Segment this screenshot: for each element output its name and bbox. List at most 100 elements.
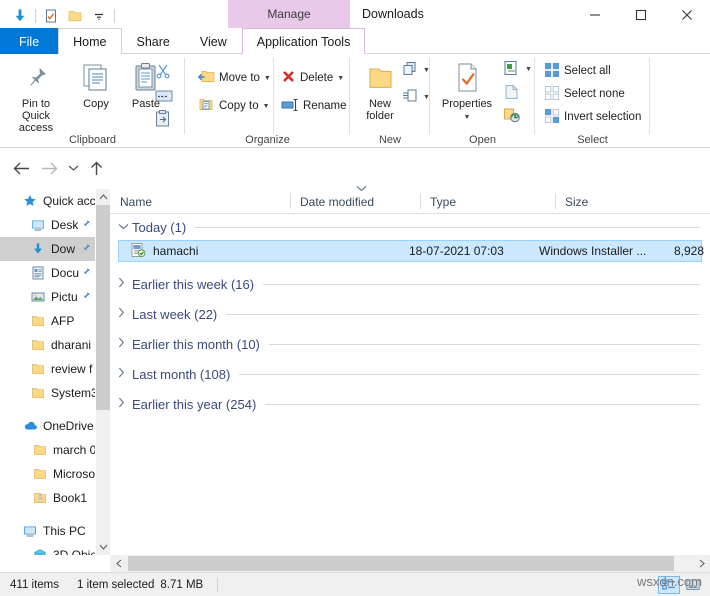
pin-icon (81, 243, 91, 256)
sidebar-item-review-f[interactable]: review f (0, 357, 95, 381)
sidebar-item-this-pc[interactable]: This PC (0, 519, 95, 543)
customize-dropdown-icon[interactable] (87, 4, 111, 28)
new-folder-button[interactable]: New folder (352, 60, 408, 122)
scroll-right-icon[interactable] (693, 555, 710, 572)
sidebar-item-documents[interactable]: Docu (0, 261, 95, 285)
button-label-line1: Pin to Quick (21, 98, 51, 122)
scroll-thumb[interactable] (128, 556, 674, 571)
back-button[interactable] (10, 157, 32, 179)
group-header-today[interactable]: Today (1) (110, 214, 710, 240)
chevron-right-icon[interactable] (118, 397, 132, 411)
copy-to-button[interactable]: Copy to ▼ (198, 96, 270, 116)
move-to-button[interactable]: Move to ▼ (197, 68, 271, 88)
sidebar-item-afp[interactable]: AFP (0, 309, 95, 333)
minimize-button[interactable] (572, 0, 618, 30)
new-folder-icon[interactable] (63, 4, 87, 28)
sidebar-item-label: Docu (51, 266, 80, 280)
column-header-name[interactable]: Name (110, 189, 290, 214)
folder-icon (30, 337, 46, 353)
chevron-right-icon[interactable] (118, 367, 132, 381)
sidebar-item-3d-objects[interactable]: 3D Obje (0, 543, 95, 555)
edit-button (503, 83, 520, 103)
tab-view[interactable]: View (185, 28, 242, 54)
sidebar-item-dharani[interactable]: dharani (0, 333, 95, 357)
group-label-open: Open (469, 134, 496, 146)
properties-icon[interactable] (39, 4, 63, 28)
invert-selection-button[interactable]: Invert selection (544, 107, 641, 127)
scroll-thumb[interactable] (96, 205, 110, 410)
select-all-button[interactable]: Select all (544, 61, 611, 81)
divider (273, 58, 274, 134)
sidebar-item-microso[interactable]: Microso (0, 462, 95, 486)
sidebar-item-quick-access[interactable]: Quick acc (0, 189, 95, 213)
scroll-up-icon[interactable] (96, 189, 110, 205)
scroll-left-icon[interactable] (110, 555, 127, 572)
copy-button[interactable]: Copy (68, 60, 124, 110)
tab-home[interactable]: Home (58, 28, 122, 54)
quick-access-toolbar (8, 3, 118, 29)
group-header-earlier-this-year[interactable]: Earlier this year (254) (110, 391, 710, 417)
group-rule (265, 403, 700, 405)
group-header-earlier-this-month[interactable]: Earlier this month (10) (110, 331, 710, 357)
folder-icon (30, 313, 46, 329)
delete-button[interactable]: Delete ▼ (281, 68, 344, 88)
history-button[interactable] (503, 106, 521, 126)
tab-share[interactable]: Share (122, 28, 185, 54)
ribbon-group-new: New folder ▼ ▼ New (350, 54, 430, 148)
chevron-right-icon[interactable] (118, 337, 132, 351)
sidebar-item-onedrive[interactable]: OneDrive (0, 414, 95, 438)
open-button[interactable]: ▼ (503, 59, 532, 79)
group-header-last-month[interactable]: Last month (108) (110, 361, 710, 387)
table-row[interactable]: hamachi 18-07-2021 07:03 Windows Install… (118, 240, 704, 262)
recent-locations-button[interactable] (62, 157, 84, 179)
sidebar-item-system3[interactable]: System3 (0, 381, 95, 405)
chevron-down-icon[interactable]: ▼ (263, 103, 270, 110)
properties-button[interactable]: Properties ▼ (434, 60, 500, 124)
column-header-size[interactable]: Size (555, 189, 645, 214)
sidebar-item-pictures[interactable]: Pictu (0, 285, 95, 309)
sidebar-item-downloads[interactable]: Dow (0, 237, 95, 261)
paste-shortcut-button[interactable] (155, 110, 170, 130)
column-label: Name (120, 194, 153, 209)
new-item-button[interactable]: ▼ (402, 60, 430, 80)
tab-file[interactable]: File (0, 28, 59, 54)
navigation-pane-scrollbar[interactable] (96, 189, 110, 555)
folder-icon (30, 385, 46, 401)
group-label: Last month (108) (132, 366, 231, 382)
group-rule (239, 373, 700, 375)
copy-path-button[interactable] (155, 87, 173, 107)
rename-button[interactable]: Rename (281, 96, 346, 116)
column-label: Type (430, 194, 457, 209)
sidebar-item-desktop[interactable]: Desk (0, 213, 95, 237)
sidebar-item-book1[interactable]: Book1 (0, 486, 95, 510)
group-header-last-week[interactable]: Last week (22) (110, 301, 710, 327)
horizontal-scrollbar[interactable] (110, 555, 710, 572)
file-date-modified: 18-07-2021 07:03 (409, 244, 504, 258)
status-selection-size: 8.71 MB (160, 578, 204, 591)
close-button[interactable] (664, 0, 710, 30)
chevron-down-icon[interactable]: ▼ (337, 75, 344, 82)
group-rule (268, 343, 700, 345)
group-header-earlier-this-week[interactable]: Earlier this week (16) (110, 271, 710, 297)
chevron-right-icon[interactable] (118, 277, 132, 291)
cut-button[interactable] (155, 62, 171, 82)
column-header-date-modified[interactable]: Date modified (290, 186, 420, 214)
select-none-button[interactable]: Select none (544, 84, 625, 104)
chevron-down-icon[interactable]: ▼ (525, 66, 532, 73)
sidebar-item-march-0[interactable]: march 0 (0, 438, 95, 462)
group-label-new: New (378, 134, 401, 146)
chevron-down-icon[interactable]: ▼ (434, 112, 500, 124)
easy-access-button[interactable]: ▼ (402, 87, 430, 107)
up-button[interactable] (85, 157, 107, 179)
tab-application-tools[interactable]: Application Tools (241, 28, 366, 54)
chevron-right-icon[interactable] (118, 307, 132, 321)
chevron-down-icon[interactable]: ▼ (264, 75, 271, 82)
column-header-type[interactable]: Type (420, 189, 555, 214)
contextual-tab-group-label: Manage (228, 0, 350, 28)
pin-to-quick-access-button[interactable]: Pin to Quick access (8, 60, 64, 134)
maximize-button[interactable] (618, 0, 664, 30)
scroll-down-icon[interactable] (96, 539, 110, 555)
group-label: Earlier this year (254) (132, 396, 257, 412)
downloads-icon[interactable] (8, 4, 32, 28)
chevron-down-icon[interactable] (118, 221, 132, 233)
